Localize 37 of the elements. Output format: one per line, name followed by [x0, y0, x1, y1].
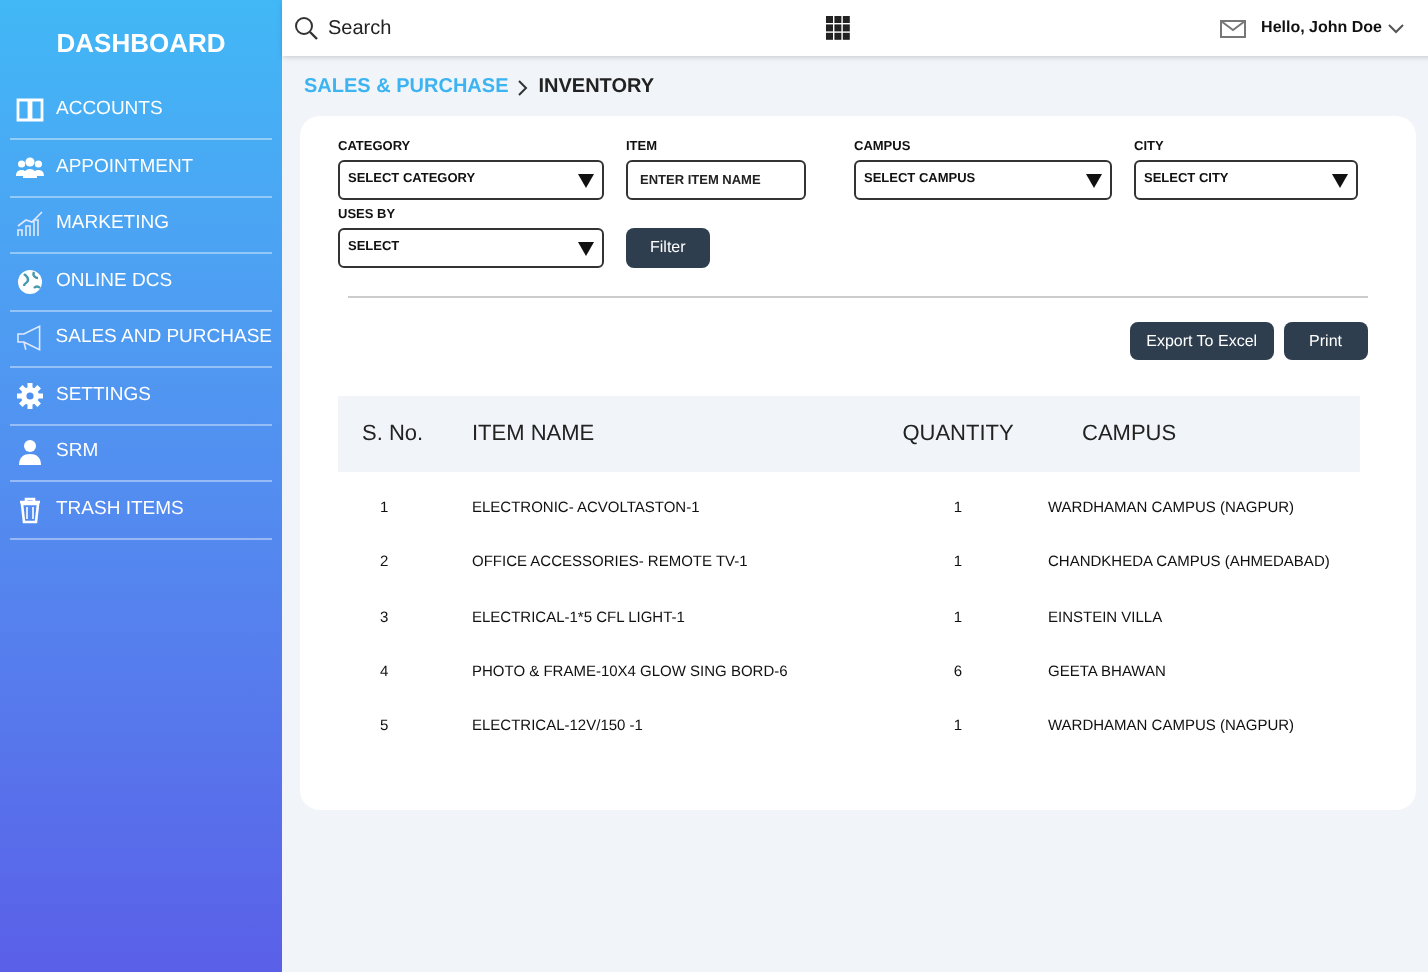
sidebar-item[interactable]: MARKETING	[56, 210, 169, 239]
chevron-right-icon	[518, 79, 529, 95]
print-button[interactable]: Print	[1283, 322, 1368, 360]
search-icon	[294, 16, 318, 40]
megaphone-icon	[16, 324, 44, 353]
column-header: S. No.	[360, 419, 426, 450]
gear-icon	[16, 381, 44, 410]
sidebar-item[interactable]: SALES AND PURCHASE	[55, 324, 272, 353]
sidebar-item[interactable]: ONLINE DCS	[56, 267, 173, 296]
caret-icon	[1332, 173, 1348, 187]
caret-icon	[578, 241, 594, 255]
mail-icon[interactable]	[1219, 19, 1246, 37]
sidebar-item[interactable]: SETTINGS	[56, 381, 152, 410]
sidebar-item[interactable]: APPOINTMENT	[56, 153, 194, 182]
caret-icon	[1086, 173, 1102, 187]
sidebar-item[interactable]: ACCOUNTS	[56, 96, 163, 125]
sidebar-item[interactable]: TRASH ITEMS	[56, 495, 184, 524]
user-menu[interactable]: Hello, John Doe	[1261, 16, 1382, 40]
book-icon	[16, 96, 44, 125]
globe-icon	[16, 267, 44, 296]
bar-chart-icon	[16, 210, 44, 239]
column-header: ITEM NAME	[470, 419, 597, 450]
breadcrumb-link[interactable]: SALES & PURCHASE	[304, 72, 509, 102]
filter-button[interactable]: Filter	[626, 228, 710, 268]
breadcrumb-current: INVENTORY	[538, 74, 655, 102]
search-field[interactable]: Search	[328, 13, 568, 43]
chevron-down-icon[interactable]	[1388, 23, 1404, 33]
export-button[interactable]: Export To Excel	[1130, 322, 1274, 360]
people-icon	[16, 153, 44, 182]
caret-icon	[578, 173, 594, 187]
column-header: QUANTITY	[900, 419, 1016, 450]
sidebar-item[interactable]: SRM	[56, 438, 99, 467]
grid-icon[interactable]	[825, 16, 850, 40]
person-icon	[16, 438, 44, 467]
sidebar-title: DASHBOARD	[54, 26, 228, 62]
column-header: CAMPUS	[1080, 419, 1179, 450]
trash-icon	[16, 495, 44, 524]
